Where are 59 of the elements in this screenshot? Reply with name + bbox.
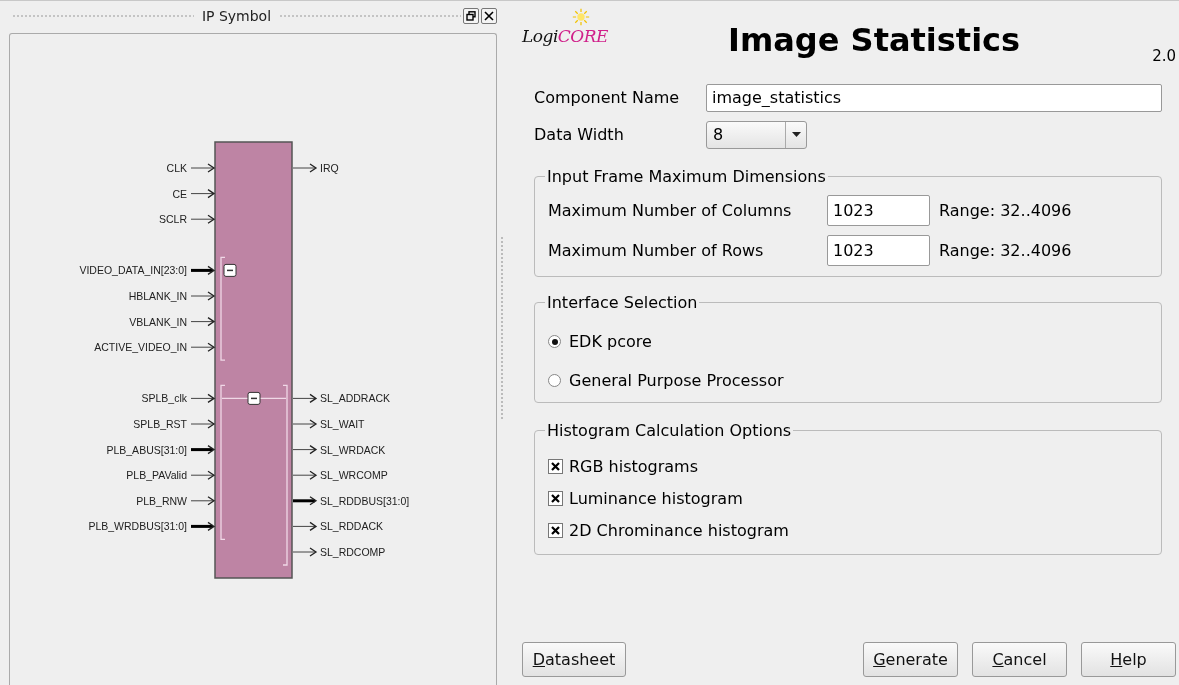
pin-label: PLB_PAValid xyxy=(126,469,187,482)
field-label: Component Name xyxy=(534,88,681,107)
dialog-title: Image Statistics xyxy=(728,21,1021,59)
pin-label: SCLR xyxy=(159,213,187,226)
dialog-button[interactable]: Generate xyxy=(863,642,958,677)
pin-label: PLB_RNW xyxy=(136,494,187,507)
pin-label: CLK xyxy=(166,162,187,174)
splitter-handle[interactable] xyxy=(500,236,504,420)
pin-label: CE xyxy=(172,187,187,200)
group-legend: Histogram Calculation Options xyxy=(545,421,794,440)
x-mark-icon xyxy=(551,461,560,471)
field-label: Maximum Number of Rows xyxy=(548,240,765,260)
group-legend: Input Frame Maximum Dimensions xyxy=(545,167,828,186)
x-mark-icon xyxy=(551,525,560,535)
pin-label: SL_WAIT xyxy=(320,418,365,430)
pin-label: VIDEO_DATA_IN[23:0] xyxy=(79,264,187,277)
radio-option[interactable]: General Purpose Processor xyxy=(548,361,1149,400)
pin-label: SL_RDDACK xyxy=(320,520,384,533)
logo: LogiCORE xyxy=(522,27,608,45)
data-width-dropdown[interactable]: 8 xyxy=(706,120,807,149)
sun-icon xyxy=(572,8,590,26)
dialog-button[interactable]: Cancel xyxy=(972,642,1067,677)
dimension-field[interactable]: 1023 xyxy=(827,194,930,226)
checkbox-option[interactable]: 2D Chrominance histogram xyxy=(548,514,1149,546)
title-grip[interactable] xyxy=(12,14,194,18)
dimension-field[interactable]: 1023 xyxy=(827,234,930,266)
collapse-icon[interactable] xyxy=(247,391,261,405)
pin-label: SL_ADDRACK xyxy=(320,392,391,405)
restore-button[interactable] xyxy=(463,8,479,24)
dialog-button[interactable]: Help xyxy=(1081,642,1176,677)
close-button[interactable] xyxy=(481,8,497,24)
pin-label: VBLANK_IN xyxy=(129,315,187,328)
pin-label: IRQ xyxy=(320,162,339,174)
component-name-field[interactable]: image_statistics xyxy=(706,83,1162,112)
pin-label: ACTIVE_VIDEO_IN xyxy=(94,341,187,354)
pin-label: PLB_WRDBUS[31:0] xyxy=(88,520,187,533)
pin-label: SPLB_RST xyxy=(133,418,187,430)
pin-label: PLB_ABUS[31:0] xyxy=(106,443,187,456)
field-label: Data Width xyxy=(534,125,625,144)
caret-icon xyxy=(791,132,801,137)
range-hint: Range: 32..4096 xyxy=(939,240,1072,260)
field-label: Maximum Number of Columns xyxy=(548,200,793,220)
version-label: 2.0 xyxy=(1152,47,1176,65)
x-mark-icon xyxy=(551,493,560,503)
collapse-icon[interactable] xyxy=(223,263,237,277)
title-grip[interactable] xyxy=(279,14,461,18)
panel-title: IP Symbol xyxy=(201,8,272,24)
checkbox-option[interactable]: RGB histograms xyxy=(548,450,1149,482)
group-legend: Interface Selection xyxy=(545,293,700,312)
pin-label: SL_WRCOMP xyxy=(320,469,388,482)
pin-label: SL_RDCOMP xyxy=(320,546,386,558)
pin-label: SPLB_clk xyxy=(141,392,187,405)
radio-option[interactable]: EDK pcore xyxy=(548,322,1149,361)
pin-label: SL_WRDACK xyxy=(320,443,386,456)
datasheet-button[interactable]: Datasheet xyxy=(522,642,626,677)
pin-label: SL_RDDBUS[31:0] xyxy=(320,494,410,507)
checkbox-option[interactable]: Luminance histogram xyxy=(548,482,1149,514)
pin-label: HBLANK_IN xyxy=(128,290,187,302)
range-hint: Range: 32..4096 xyxy=(939,200,1072,220)
